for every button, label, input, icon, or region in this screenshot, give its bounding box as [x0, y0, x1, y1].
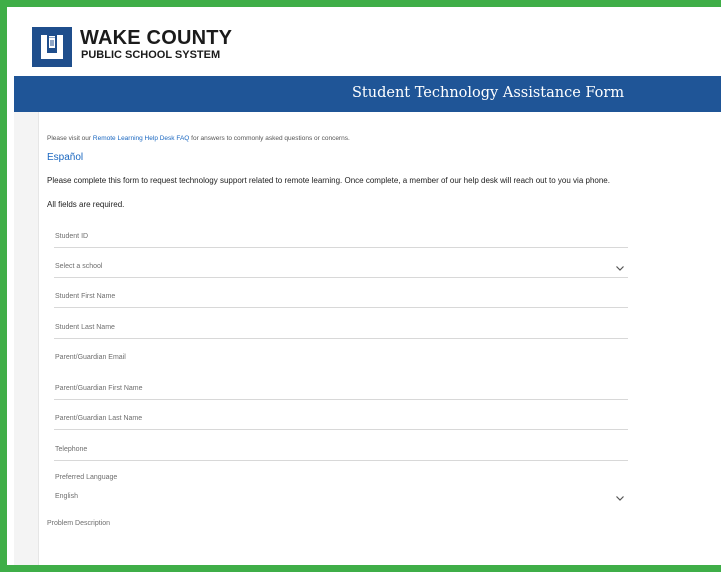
brand-name: WAKE COUNTY: [80, 27, 233, 49]
page-frame: WAKE COUNTY PUBLIC SCHOOL SYSTEM Student…: [0, 0, 721, 572]
guardian-email-placeholder: Parent/Guardian Email: [55, 354, 126, 361]
problem-description-label: Problem Description: [47, 520, 111, 527]
school-select[interactable]: Select a school: [54, 259, 628, 278]
student-last-name-placeholder: Student Last Name: [55, 324, 115, 331]
espanol-link[interactable]: Español: [47, 152, 83, 163]
telephone-placeholder: Telephone: [55, 446, 88, 453]
form-header: Student Technology Assistance Form: [14, 76, 721, 112]
chevron-down-icon: [616, 266, 624, 271]
guardian-email-field[interactable]: Parent/Guardian Email: [54, 350, 628, 369]
preferred-language-label: Preferred Language: [55, 474, 118, 481]
wcpss-logo-icon: [32, 27, 72, 67]
brand-subtitle: PUBLIC SCHOOL SYSTEM: [81, 49, 221, 61]
preferred-language-value: English: [55, 493, 78, 500]
logo-bar: WAKE COUNTY PUBLIC SCHOOL SYSTEM: [14, 14, 721, 76]
left-rail: [14, 112, 39, 565]
faq-link[interactable]: Remote Learning Help Desk FAQ: [93, 135, 189, 142]
page-title: Student Technology Assistance Form: [352, 85, 625, 101]
student-first-name-field[interactable]: Student First Name: [54, 289, 628, 308]
preferred-language-select[interactable]: English: [54, 489, 628, 508]
student-id-placeholder: Student ID: [55, 233, 89, 240]
form-instructions: Please complete this form to request tec…: [47, 176, 610, 185]
school-select-placeholder: Select a school: [55, 263, 103, 270]
telephone-field[interactable]: Telephone: [54, 442, 628, 461]
student-first-name-placeholder: Student First Name: [55, 293, 116, 300]
faq-notice: Please visit our Remote Learning Help De…: [47, 135, 350, 142]
student-last-name-field[interactable]: Student Last Name: [54, 320, 628, 339]
faq-prefix: Please visit our: [47, 135, 93, 142]
guardian-last-name-field[interactable]: Parent/Guardian Last Name: [54, 411, 628, 430]
faq-suffix: for answers to commonly asked questions …: [189, 135, 350, 142]
required-note: All fields are required.: [47, 200, 125, 209]
chevron-down-icon: [616, 496, 624, 501]
guardian-last-name-placeholder: Parent/Guardian Last Name: [55, 415, 143, 422]
guardian-first-name-placeholder: Parent/Guardian First Name: [55, 385, 143, 392]
student-id-field[interactable]: Student ID: [54, 229, 628, 248]
guardian-first-name-field[interactable]: Parent/Guardian First Name: [54, 381, 628, 400]
